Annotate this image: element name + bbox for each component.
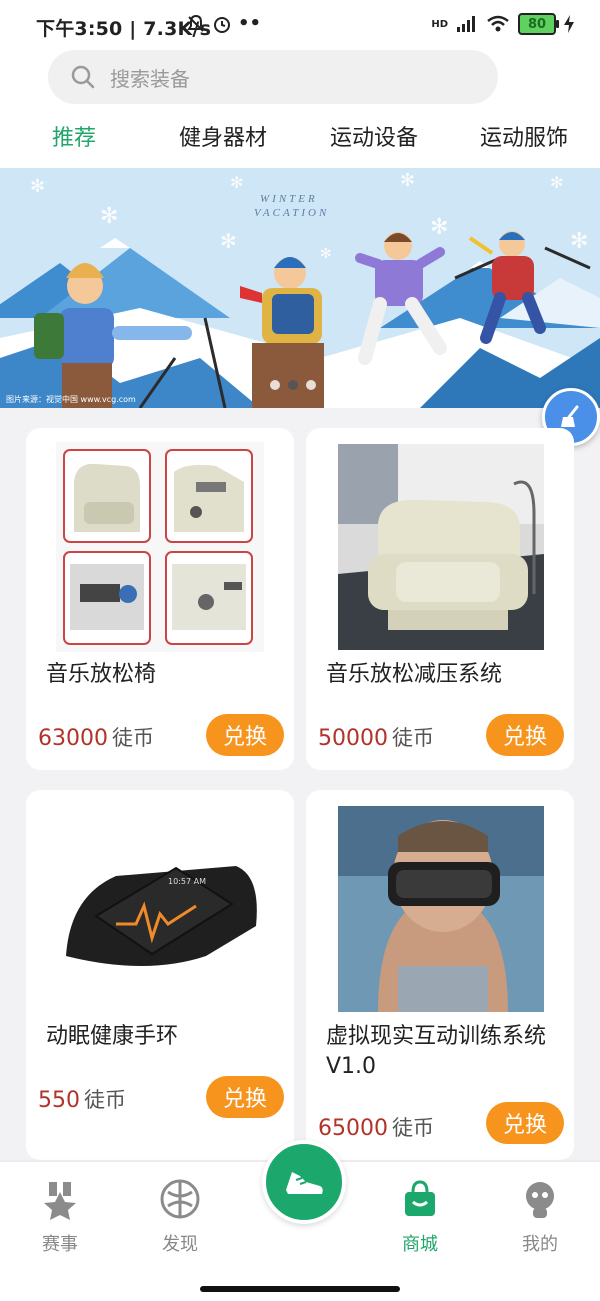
promo-banner[interactable]: ✻ ✻ ✻ ✻ ✻ ✻ ✻ ✻ ✻ WINTER VACATION 图片来源：视… — [0, 168, 600, 408]
product-card-music-relax-system[interactable]: 音乐放松减压系统 50000 徒币 兑换 — [306, 428, 574, 770]
product-price: 63000 徒币 — [38, 726, 154, 751]
svg-text:✻: ✻ — [100, 204, 118, 229]
svg-text:✻: ✻ — [570, 229, 588, 254]
nav-label: 我的 — [522, 1234, 558, 1255]
search-placeholder: 搜索装备 — [110, 66, 190, 91]
svg-text:✻: ✻ — [230, 173, 243, 192]
nav-label: 商城 — [402, 1234, 438, 1255]
product-image — [338, 806, 544, 1012]
tab-sports-devices[interactable]: 运动设备 — [330, 120, 418, 152]
network-label: HD — [431, 18, 448, 30]
mute-bell-icon — [187, 14, 205, 32]
product-name: 虚拟现实互动训练系统V1.0 — [326, 1024, 547, 1079]
product-price: 50000 徒币 — [318, 726, 434, 751]
svg-text:✻: ✻ — [430, 215, 448, 240]
svg-text:✻: ✻ — [550, 173, 563, 192]
nav-label: 赛事 — [42, 1234, 78, 1255]
category-tabs: 推荐 健身器材 运动设备 运动服饰 — [0, 110, 600, 160]
exchange-button[interactable]: 兑换 — [206, 1076, 284, 1118]
banner-illustration: ✻ ✻ ✻ ✻ ✻ ✻ ✻ ✻ ✻ WINTER VACATION 图片来源：视… — [0, 168, 600, 408]
wifi-icon — [487, 15, 509, 32]
discover-icon — [160, 1179, 200, 1219]
banner-dot[interactable] — [306, 380, 316, 390]
product-price: 65000 徒币 — [318, 1116, 434, 1141]
banner-caption: 图片来源：视觉中国 www.vcg.com — [6, 394, 136, 404]
nav-item-discover[interactable]: 发现 — [120, 1178, 240, 1256]
search-bar[interactable]: 搜索装备 — [48, 50, 498, 104]
nav-item-mine[interactable]: 我的 — [480, 1178, 600, 1256]
product-image — [338, 444, 544, 650]
product-name: 音乐放松椅 — [46, 662, 157, 687]
product-image: 10:57 AM — [56, 806, 266, 1012]
banner-title-line1: WINTER — [260, 193, 318, 205]
more-icon: •• — [238, 13, 262, 34]
status-time: 下午3:50 | 7.3K/s — [36, 18, 212, 40]
tab-sportswear[interactable]: 运动服饰 — [480, 120, 568, 152]
nav-item-events[interactable]: 赛事 — [0, 1178, 120, 1256]
svg-text:✻: ✻ — [400, 170, 415, 191]
product-price: 550 徒币 — [38, 1088, 126, 1113]
svg-text:✻: ✻ — [320, 246, 332, 262]
exchange-button[interactable]: 兑换 — [486, 1102, 564, 1144]
banner-dot-active[interactable] — [288, 380, 298, 390]
exchange-button[interactable]: 兑换 — [486, 714, 564, 756]
nav-label: 发现 — [162, 1234, 198, 1255]
product-card-music-chair[interactable]: 音乐放松椅 63000 徒币 兑换 — [26, 428, 294, 770]
battery-icon: 80 — [518, 13, 559, 35]
running-shoe-icon — [286, 1172, 323, 1194]
exchange-button[interactable]: 兑换 — [206, 714, 284, 756]
profile-icon — [526, 1182, 554, 1218]
product-name: 动眠健康手环 — [46, 1024, 179, 1049]
product-name: 音乐放松减压系统 — [326, 662, 503, 687]
charging-icon — [564, 15, 574, 33]
search-icon — [71, 65, 95, 89]
tab-fitness-equipment[interactable]: 健身器材 — [179, 120, 267, 152]
banner-pagination — [270, 380, 316, 390]
header: 下午3:50 | 7.3K/s •• HD 80 搜索装备 推荐 健身器材 运动… — [0, 0, 600, 168]
home-indicator[interactable] — [200, 1286, 400, 1292]
nav-item-mall[interactable]: 商城 — [360, 1178, 480, 1256]
center-sport-button[interactable] — [262, 1140, 346, 1224]
product-card-sleep-band[interactable]: 10:57 AM 动眠健康手环 550 徒币 兑换 — [26, 790, 294, 1160]
band-time-text: 10:57 AM — [168, 877, 206, 886]
banner-dot[interactable] — [270, 380, 280, 390]
product-card-vr-training[interactable]: 虚拟现实互动训练系统V1.0 65000 徒币 兑换 — [306, 790, 574, 1160]
svg-text:✻: ✻ — [220, 229, 237, 253]
status-bar: 下午3:50 | 7.3K/s •• HD 80 — [0, 0, 600, 52]
shopping-bag-icon — [405, 1180, 435, 1216]
alarm-icon — [214, 16, 230, 33]
svg-text:✻: ✻ — [30, 176, 45, 197]
tab-recommended[interactable]: 推荐 — [52, 120, 96, 152]
signal-icon — [457, 16, 475, 32]
medal-icon — [44, 1182, 76, 1220]
product-image — [56, 442, 264, 652]
broom-icon — [561, 405, 579, 427]
banner-title-line2: VACATION — [254, 207, 329, 219]
